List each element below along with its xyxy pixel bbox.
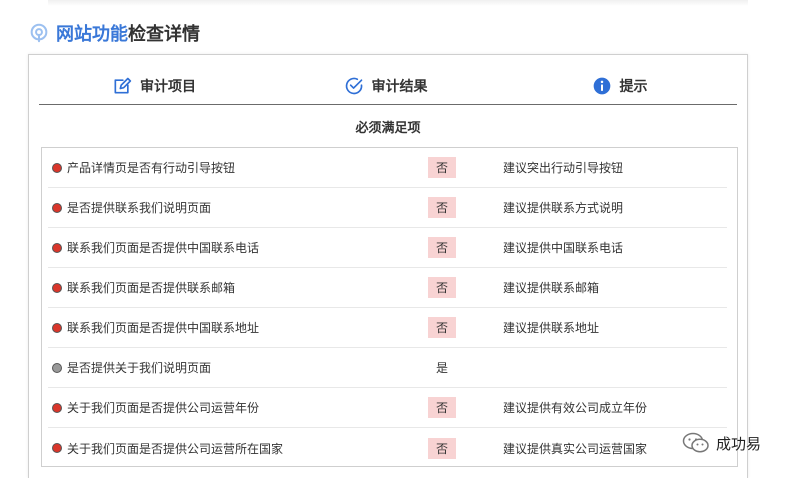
result-cell: 否	[387, 237, 497, 258]
tip-text: 建议突出行动引导按钮	[503, 161, 624, 175]
status-dot-fail-icon	[52, 443, 62, 453]
result-badge: 否	[427, 157, 456, 178]
tip-text: 建议提供有效公司成立年份	[503, 401, 648, 415]
watermark: 成功易	[682, 432, 761, 454]
audit-panel: 审计项目 审计结果 提示 必须满足项 产品详情页是否有行动引导按钮否建议突出行动…	[28, 54, 748, 478]
table-row: 产品详情页是否有行动引导按钮 否 建议突出行动引导按钮	[48, 148, 727, 188]
result-badge: 否	[427, 197, 456, 218]
section-title-highlight: 网站功能	[56, 24, 128, 45]
status-dot-pass-icon	[52, 362, 62, 373]
column-header-label: 提示	[619, 78, 648, 95]
table-row: 关于我们页面是否提供公司运营所在国家 否 建议提供真实公司运营国家	[48, 428, 727, 468]
status-dot-fail-icon	[52, 242, 62, 253]
result-cell: 否	[387, 397, 497, 418]
status-dot-fail-icon	[52, 322, 62, 333]
tip-text: 建议提供联系邮箱	[503, 281, 600, 295]
column-header-item: 审计项目	[39, 67, 269, 104]
column-header-label: 审计结果	[371, 78, 428, 95]
status-dot-fail-icon	[52, 162, 62, 173]
result-badge: 否	[427, 277, 456, 298]
top-shadow	[48, 0, 748, 6]
audit-table: 产品详情页是否有行动引导按钮否建议突出行动引导按钮 是否提供联系我们说明页面否建议…	[41, 147, 738, 467]
audit-item-text: 是否提供关于我们说明页面	[67, 361, 212, 375]
column-header-tip: 提示	[502, 67, 737, 104]
result-cell: 否	[387, 317, 497, 338]
audit-item-text: 联系我们页面是否提供中国联系地址	[67, 321, 260, 335]
table-row: 联系我们页面是否提供联系邮箱 否 建议提供联系邮箱	[48, 268, 727, 308]
result-cell: 否	[387, 437, 497, 459]
location-pin-icon	[30, 23, 48, 43]
check-circle-icon	[345, 77, 362, 94]
section-title: 网站功能 检查详情	[28, 20, 200, 46]
tip-text: 建议提供联系地址	[503, 321, 600, 335]
result-badge: 否	[427, 237, 456, 258]
column-header-label: 审计项目	[140, 78, 196, 95]
status-dot-fail-icon	[52, 202, 62, 213]
table-row: 联系我们页面是否提供中国联系电话 否 建议提供中国联系电话	[48, 228, 727, 268]
status-dot-fail-icon	[52, 402, 62, 413]
wechat-icon	[682, 432, 709, 453]
audit-item-text: 产品详情页是否有行动引导按钮	[67, 161, 236, 175]
result-cell: 否	[387, 277, 497, 298]
table-row: 是否提供联系我们说明页面 否 建议提供联系方式说明	[48, 188, 727, 228]
audit-item-text: 关于我们页面是否提供公司运营所在国家	[67, 441, 284, 456]
table-row: 联系我们页面是否提供中国联系地址 否 建议提供联系地址	[48, 308, 727, 348]
column-header-result: 审计结果	[269, 67, 502, 104]
audit-item-text: 联系我们页面是否提供联系邮箱	[67, 281, 236, 295]
info-icon	[593, 77, 610, 94]
tip-text: 建议提供联系方式说明	[503, 201, 624, 215]
result-cell: 否	[387, 197, 497, 218]
result-cell: 否	[387, 157, 497, 178]
tip-text: 建议提供中国联系电话	[503, 241, 624, 255]
result-badge: 否	[427, 317, 456, 338]
audit-item-text: 是否提供联系我们说明页面	[67, 201, 212, 215]
result-badge: 是	[435, 361, 448, 375]
result-badge: 否	[427, 397, 456, 418]
audit-item-text: 关于我们页面是否提供公司运营年份	[67, 401, 260, 415]
result-badge: 否	[427, 437, 456, 459]
audit-item-text: 联系我们页面是否提供中国联系电话	[67, 241, 260, 255]
tip-text: 建议提供真实公司运营国家	[503, 441, 648, 456]
watermark-text: 成功易	[716, 434, 762, 453]
edit-icon	[114, 77, 132, 93]
status-dot-fail-icon	[52, 282, 62, 293]
result-cell: 是	[387, 357, 497, 378]
group-title: 必须满足项	[355, 121, 421, 136]
table-row: 是否提供关于我们说明页面 是	[48, 348, 727, 388]
table-row: 关于我们页面是否提供公司运营年份 否 建议提供有效公司成立年份	[48, 388, 727, 428]
section-title-rest: 检查详情	[128, 24, 200, 45]
column-header-row: 审计项目 审计结果 提示	[39, 67, 737, 105]
